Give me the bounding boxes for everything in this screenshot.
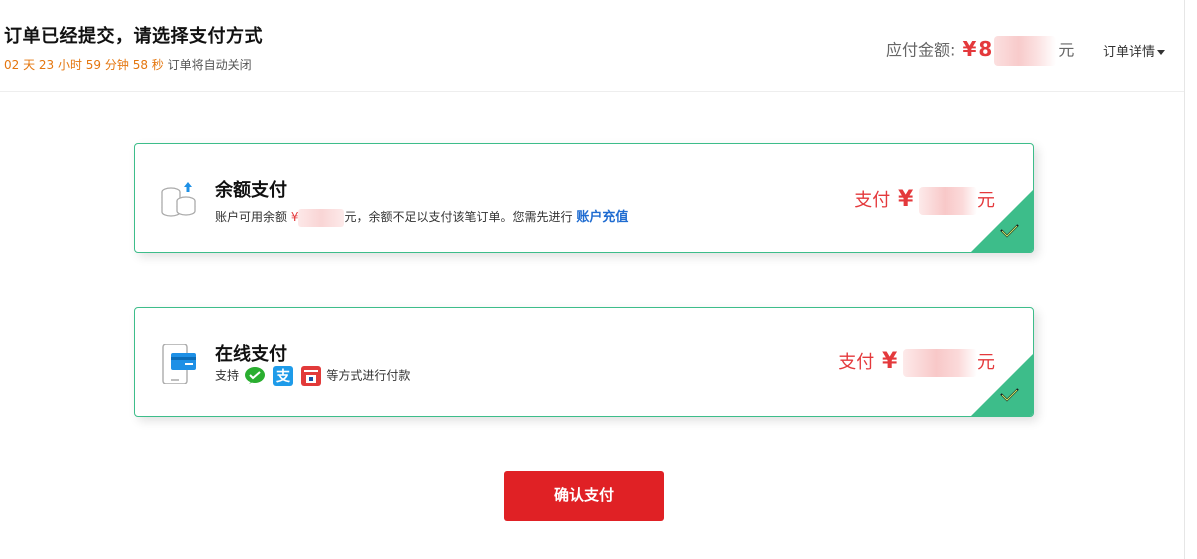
- pay-amount-redacted: [919, 187, 977, 215]
- method-name: 在线支付: [215, 344, 287, 365]
- order-detail-dropdown[interactable]: 订单详情: [1103, 41, 1166, 60]
- amount-currency: ¥: [962, 36, 977, 61]
- order-detail-label: 订单详情: [1103, 45, 1156, 60]
- countdown-timer: 02 天 23 小时 59 分钟 58 秒: [4, 58, 164, 72]
- online-payment-option[interactable]: 在线支付 支持 支 等方式进行付款 支付 ¥ 元: [134, 307, 1034, 417]
- pay-currency: ¥: [881, 349, 898, 374]
- method-desc: 支持 支 等方式进行付款: [215, 366, 410, 386]
- amount-due: 应付金额: ¥8 元: [886, 36, 1074, 66]
- amount-value-partial: 8: [978, 36, 993, 61]
- svg-text:支: 支: [275, 368, 291, 385]
- pay-amount-redacted: [903, 349, 977, 377]
- amount-unit: 元: [1058, 40, 1075, 60]
- page-border: [1184, 0, 1185, 559]
- confirm-payment-button[interactable]: 确认支付: [504, 471, 664, 521]
- mobile-card-icon: [162, 344, 196, 384]
- balance-redacted: [298, 208, 345, 227]
- online-desc-suffix: 等方式进行付款: [326, 368, 411, 383]
- unionpay-icon: [300, 366, 321, 386]
- online-desc-prefix: 支持: [215, 368, 240, 383]
- countdown-suffix: 订单将自动关闭: [167, 58, 252, 72]
- selected-check-icon: [971, 190, 1033, 252]
- page-title: 订单已经提交，请选择支付方式: [4, 26, 263, 47]
- balance-currency: ¥: [290, 210, 299, 224]
- order-header: 订单已经提交，请选择支付方式 02 天 23 小时 59 分钟 58 秒 订单将…: [0, 0, 1185, 92]
- wechat-pay-icon: [244, 367, 265, 384]
- pay-currency: ¥: [897, 187, 914, 212]
- countdown-text: 02 天 23 小时 59 分钟 58 秒 订单将自动关闭: [4, 56, 252, 73]
- balance-desc-middle: 元，余额不足以支付该笔订单。您需先进行: [344, 210, 573, 224]
- coins-icon: [161, 182, 196, 217]
- amount-label: 应付金额:: [886, 40, 956, 60]
- caret-down-icon: [1157, 50, 1166, 55]
- balance-payment-option[interactable]: 余额支付 账户可用余额 ¥ 元，余额不足以支付该笔订单。您需先进行 账户充值 支付…: [134, 143, 1034, 253]
- selected-check-icon: [971, 354, 1033, 416]
- pay-label: 支付: [854, 190, 891, 211]
- method-name: 余额支付: [215, 180, 287, 201]
- pay-label: 支付: [838, 352, 875, 373]
- balance-desc-prefix: 账户可用余额: [215, 210, 288, 224]
- recharge-link[interactable]: 账户充值: [576, 210, 628, 225]
- alipay-icon: 支: [272, 366, 293, 386]
- method-desc: 账户可用余额 ¥ 元，余额不足以支付该笔订单。您需先进行 账户充值: [215, 206, 628, 227]
- amount-redacted: [994, 36, 1057, 66]
